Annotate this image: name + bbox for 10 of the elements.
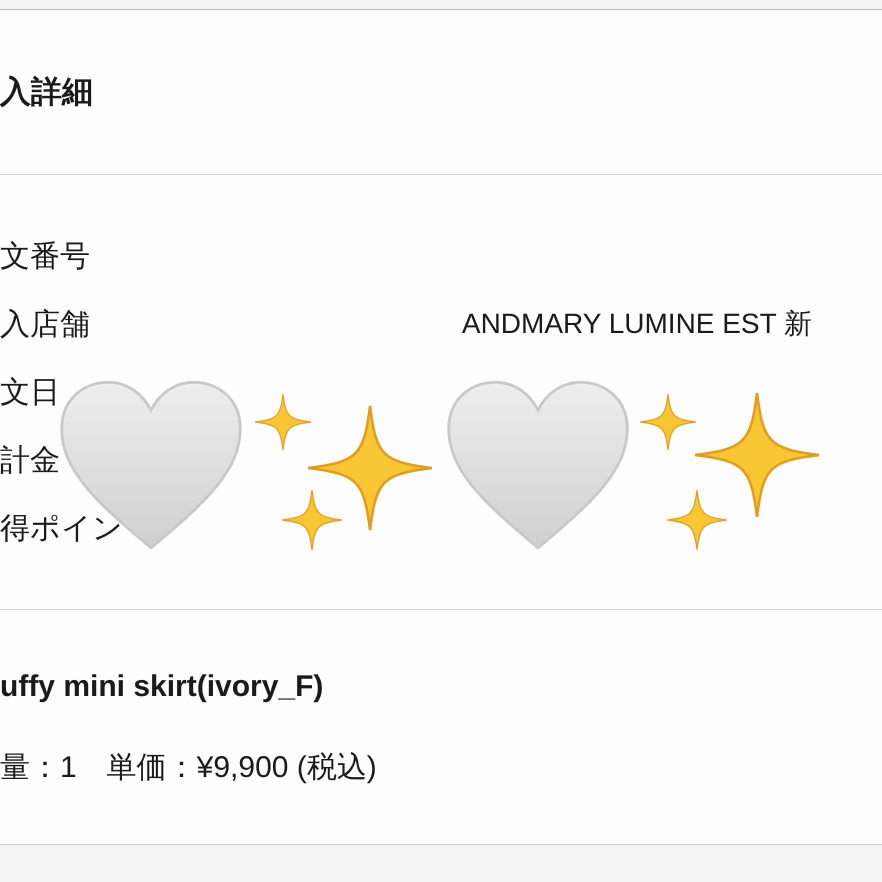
- detail-label: 文日: [0, 374, 60, 410]
- detail-label: 文番号: [0, 238, 90, 274]
- detail-label: 入店舗: [0, 306, 90, 342]
- item-name: uffy mini skirt(ivory_F): [0, 669, 324, 705]
- item-quantity-price: 量：1 単価：¥9,900 (税込): [0, 750, 378, 786]
- detail-value: ANDMARY LUMINE EST 新: [462, 307, 812, 341]
- detail-label: 得ポイン: [0, 510, 123, 546]
- heart-icon: [58, 380, 244, 552]
- detail-label: 計金: [0, 442, 60, 478]
- heart-icon: [445, 380, 631, 552]
